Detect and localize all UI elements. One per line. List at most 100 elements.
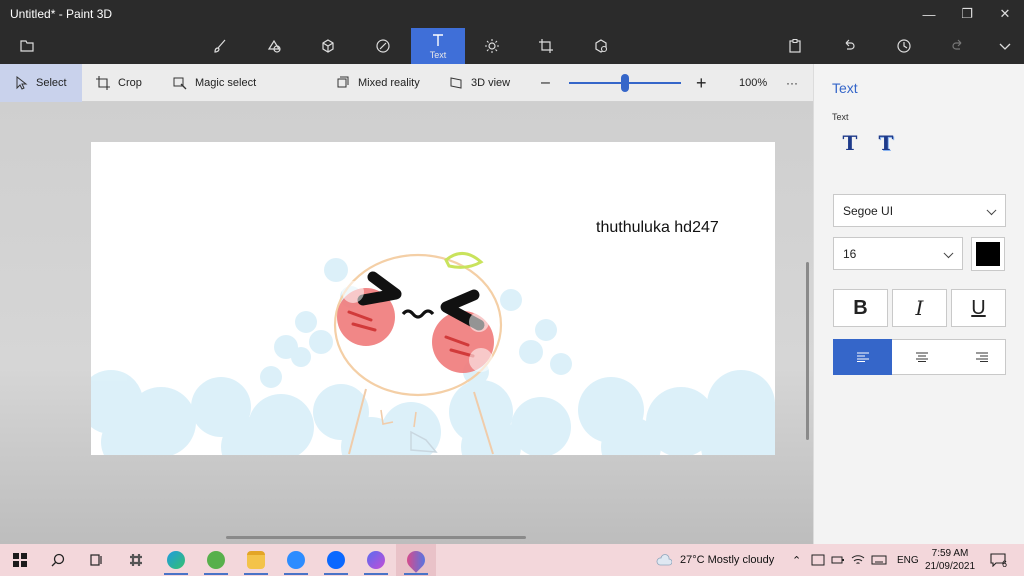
main-toolbar: Text xyxy=(0,28,1024,64)
drawing-canvas[interactable]: thuthuluka hd247 xyxy=(91,142,775,455)
zoom-out-button[interactable]: – xyxy=(541,64,550,102)
text-tool[interactable]: Text xyxy=(411,28,465,64)
chevron-up-icon: ⌃ xyxy=(792,554,802,567)
italic-button[interactable]: I xyxy=(892,289,947,327)
align-left-button[interactable] xyxy=(833,339,892,375)
taskbar-app-explorer[interactable] xyxy=(236,544,276,576)
browser-icon xyxy=(207,551,225,569)
crop-label: Crop xyxy=(118,77,142,89)
history-icon xyxy=(897,39,911,53)
window-title: Untitled* - Paint 3D xyxy=(10,7,113,21)
text-icon xyxy=(433,34,443,46)
clock[interactable]: 7:59 AM 21/09/2021 xyxy=(920,547,980,573)
magic-select-button[interactable]: Magic select xyxy=(173,64,256,102)
text-color-swatch[interactable] xyxy=(971,237,1005,271)
sub-toolbar: Select Crop Magic select Mixed reality 3… xyxy=(0,64,813,102)
taskbar-app-edge[interactable] xyxy=(156,544,196,576)
underline-button[interactable]: U xyxy=(951,289,1006,327)
text-panel: Text Text T T Segoe UI 16 B I U xyxy=(813,64,1024,544)
text-tool-label: Text xyxy=(429,50,447,60)
brush-icon xyxy=(214,39,226,53)
taskbar: 27°C Mostly cloudy ⌃ ENG 7:59 AM 21/09/2… xyxy=(0,544,1024,576)
font-family-dropdown[interactable]: Segoe UI xyxy=(833,194,1006,227)
maximize-button[interactable]: ❐ xyxy=(948,0,986,28)
running-indicator xyxy=(404,573,428,575)
expand-button[interactable] xyxy=(978,28,1024,64)
align-right-button[interactable] xyxy=(952,339,1011,375)
panel-subtitle: Text xyxy=(832,112,849,122)
notification-count: 6 xyxy=(1002,559,1008,569)
search-icon xyxy=(51,553,65,567)
align-center-button[interactable] xyxy=(892,339,951,375)
2d-text-icon: T xyxy=(842,131,858,155)
font-size-dropdown[interactable]: 16 xyxy=(833,237,963,270)
align-right-icon xyxy=(975,352,988,362)
canvas-tool[interactable] xyxy=(519,28,573,64)
taskbar-app-zalo[interactable] xyxy=(316,544,356,576)
cloud-icon xyxy=(656,554,672,566)
taskbar-app-paint3d[interactable] xyxy=(396,544,436,576)
keyboard-icon[interactable] xyxy=(871,554,887,566)
cursor-icon xyxy=(16,76,28,90)
tray-app-icon[interactable] xyxy=(811,554,825,566)
2d-shapes-tool[interactable] xyxy=(247,28,301,64)
notification-center[interactable]: 6 xyxy=(990,544,1007,576)
chevron-down-icon xyxy=(986,204,997,215)
running-indicator xyxy=(324,573,348,575)
workspace: thuthuluka hd247 xyxy=(0,102,813,544)
canvas-artwork xyxy=(91,252,775,455)
mixed-reality-button[interactable]: Mixed reality xyxy=(336,64,420,102)
brushes-tool[interactable] xyxy=(193,28,247,64)
more-options-button[interactable]: ··· xyxy=(786,64,798,102)
horizontal-scrollbar[interactable] xyxy=(226,536,526,539)
taskbar-app-browser[interactable] xyxy=(196,544,236,576)
2d-text-button[interactable]: T xyxy=(834,130,866,156)
undo-button[interactable] xyxy=(822,28,876,64)
battery-icon[interactable] xyxy=(831,554,845,566)
3d-library-tool[interactable] xyxy=(574,28,628,64)
zoom-in-button[interactable]: + xyxy=(696,64,707,102)
stickers-tool[interactable] xyxy=(356,28,410,64)
close-button[interactable]: ✕ xyxy=(986,0,1024,28)
zoom-level[interactable]: 100% xyxy=(739,64,767,102)
start-button[interactable] xyxy=(0,544,40,576)
clock-date: 21/09/2021 xyxy=(924,561,976,572)
weather-widget[interactable]: 27°C Mostly cloudy xyxy=(656,544,774,576)
taskbar-app-slack[interactable] xyxy=(116,544,156,576)
canvas-icon xyxy=(539,39,553,53)
clock-time: 7:59 AM xyxy=(931,548,969,559)
history-button[interactable] xyxy=(877,28,931,64)
zoom-slider-thumb[interactable] xyxy=(621,74,629,92)
magic-select-icon xyxy=(173,77,187,90)
crop-button[interactable]: Crop xyxy=(96,64,142,102)
effects-tool[interactable] xyxy=(465,28,519,64)
running-indicator xyxy=(204,573,228,575)
3d-text-icon: T xyxy=(878,131,894,155)
messenger-icon xyxy=(367,551,385,569)
3d-view-button[interactable]: 3D view xyxy=(449,64,510,102)
3d-shapes-tool[interactable] xyxy=(301,28,355,64)
taskbar-app-messenger[interactable] xyxy=(356,544,396,576)
3d-text-button[interactable]: T xyxy=(870,130,902,156)
paste-button[interactable] xyxy=(768,28,822,64)
vertical-scrollbar[interactable] xyxy=(806,262,809,440)
select-button[interactable]: Select xyxy=(0,64,82,102)
minimize-button[interactable]: — xyxy=(910,0,948,28)
canvas-text-box[interactable]: thuthuluka hd247 xyxy=(596,219,719,237)
bold-button[interactable]: B xyxy=(833,289,888,327)
folder-icon xyxy=(20,40,34,52)
show-hidden-icons[interactable]: ⌃ xyxy=(792,544,801,576)
select-label: Select xyxy=(36,77,67,89)
language-indicator[interactable]: ENG xyxy=(897,544,919,576)
menu-button[interactable] xyxy=(0,28,54,64)
taskbar-app-zoom[interactable] xyxy=(276,544,316,576)
task-view-button[interactable] xyxy=(76,544,116,576)
search-button[interactable] xyxy=(38,544,78,576)
chevron-down-icon xyxy=(943,247,954,258)
redo-button[interactable] xyxy=(931,28,985,64)
edge-icon xyxy=(167,551,185,569)
crop-icon xyxy=(96,76,110,90)
tray-icons xyxy=(811,544,893,576)
wifi-icon[interactable] xyxy=(851,554,865,566)
zoom-icon xyxy=(287,551,305,569)
